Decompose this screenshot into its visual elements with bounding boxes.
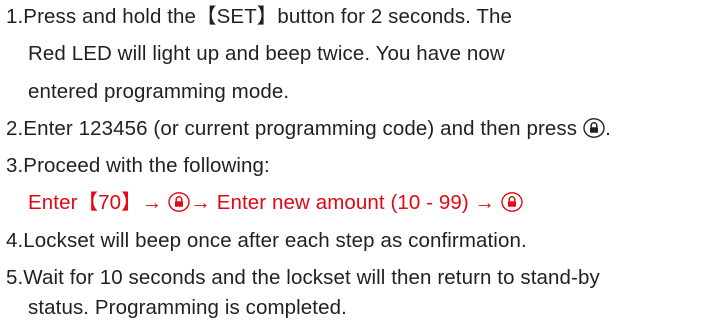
step-2-text: 2.Enter 123456 (or current programming c… xyxy=(6,117,578,140)
step-2-end: . xyxy=(605,117,611,140)
step-4-text: 4.Lockset will beep once after each step… xyxy=(6,229,527,252)
lock-button-icon xyxy=(168,191,191,213)
step-2: 2.Enter 123456 (or current programming c… xyxy=(6,114,611,144)
lock-button-icon xyxy=(501,191,523,213)
step-1-line-1: 1.Press and hold the【SET】button for 2 se… xyxy=(6,5,513,28)
step-3-sequence: Enter【70】→ → Enter new amount (10 - 99) → xyxy=(28,188,523,218)
step-5-line-2: status. Programming is completed. xyxy=(28,296,347,319)
step-1-line-3: entered programming mode. xyxy=(28,80,290,103)
instruction-page: 1.Press and hold the【SET】button for 2 se… xyxy=(0,0,722,323)
step-5-line-1: 5.Wait for 10 seconds and the lockset wi… xyxy=(6,266,600,289)
sequence-part-2: → Enter new amount (10 - 99) → xyxy=(190,191,496,214)
sequence-part-1: Enter【70】→ xyxy=(28,191,163,214)
step-1-line-2: Red LED will light up and beep twice. Yo… xyxy=(28,42,505,65)
step-3-text: 3.Proceed with the following: xyxy=(6,154,270,177)
lock-button-icon xyxy=(583,117,605,139)
